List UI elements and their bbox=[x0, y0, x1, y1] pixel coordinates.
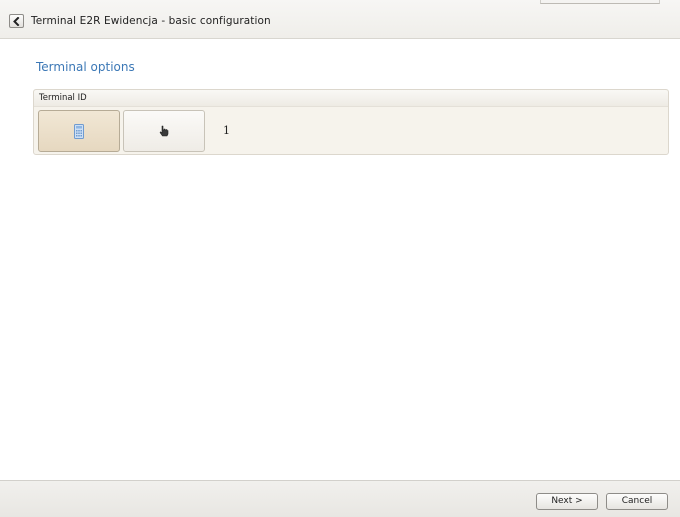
section-title: Terminal options bbox=[36, 60, 135, 74]
hand-pointer-icon bbox=[159, 125, 168, 137]
cancel-button[interactable]: Cancel bbox=[606, 493, 668, 510]
terminal-id-group: Terminal ID 1 bbox=[33, 89, 669, 155]
back-button[interactable] bbox=[9, 14, 24, 28]
configuration-window: Terminal E2R Ewidencja - basic configura… bbox=[0, 0, 680, 517]
keypad-mode-button[interactable] bbox=[38, 110, 120, 152]
keypad-icon bbox=[74, 123, 84, 139]
next-button[interactable]: Next > bbox=[536, 493, 598, 510]
title-bar: Terminal E2R Ewidencja - basic configura… bbox=[0, 0, 680, 39]
window-title: Terminal E2R Ewidencja - basic configura… bbox=[31, 15, 271, 27]
chevron-left-icon bbox=[13, 16, 20, 26]
terminal-id-value: 1 bbox=[223, 124, 230, 137]
terminal-id-label: Terminal ID bbox=[39, 93, 87, 103]
footer-bar: Next > Cancel bbox=[0, 480, 680, 517]
touch-mode-button[interactable] bbox=[123, 110, 205, 152]
top-edge-tab bbox=[540, 0, 660, 4]
group-header: Terminal ID bbox=[34, 90, 668, 107]
